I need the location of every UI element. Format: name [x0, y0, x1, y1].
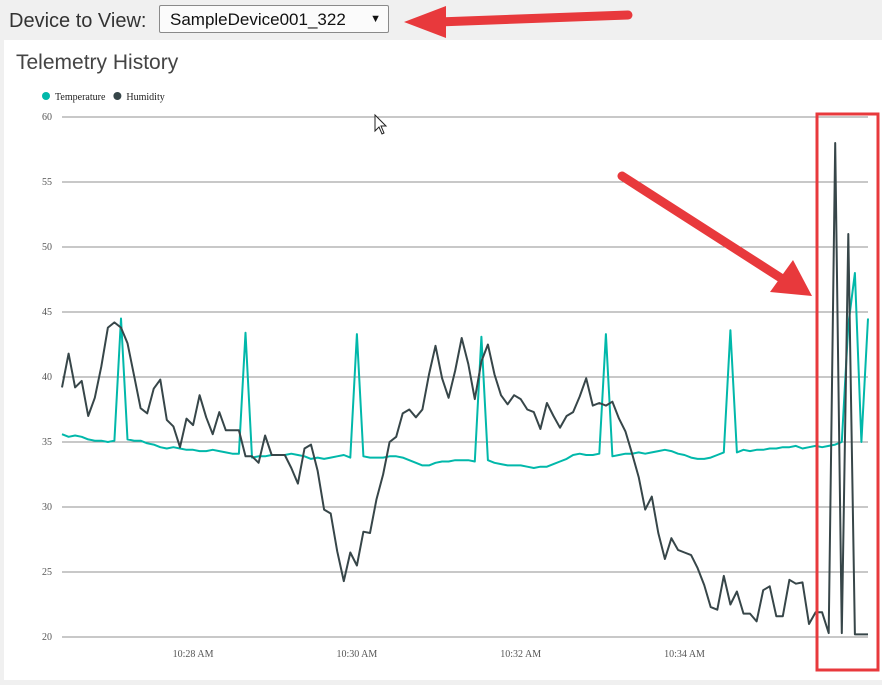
y-tick-label: 45	[42, 307, 52, 318]
y-tick-label: 60	[42, 112, 52, 123]
legend-label: Humidity	[126, 92, 164, 103]
legend-label: Temperature	[55, 92, 106, 103]
y-tick-label: 20	[42, 632, 52, 643]
y-tick-label: 40	[42, 372, 52, 383]
x-tick-label: 10:28 AM	[173, 649, 214, 660]
telemetry-chart: 20 25 30 35 40 45 50 55 60 10:28 AM 10:30 AM 10:32 …	[42, 92, 869, 660]
y-tick-label: 55	[42, 177, 52, 188]
y-tick-label: 35	[42, 437, 52, 448]
y-tick-label: 50	[42, 242, 52, 253]
y-tick-label: 25	[42, 567, 52, 578]
x-tick-label: 10:32 AM	[500, 649, 541, 660]
y-tick-label: 30	[42, 502, 52, 513]
x-tick-label: 10:30 AM	[336, 649, 377, 660]
legend-marker	[113, 92, 122, 100]
series-line-humidity	[61, 142, 868, 636]
x-tick-label: 10:34 AM	[664, 649, 705, 660]
legend-marker	[42, 92, 50, 100]
